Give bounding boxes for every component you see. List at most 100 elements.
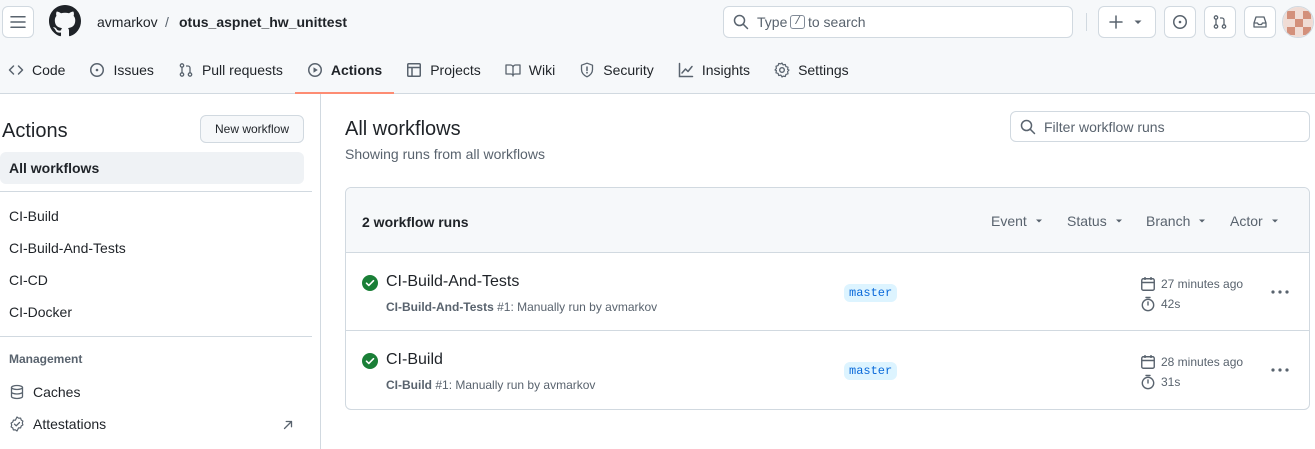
caret-down-icon	[1134, 20, 1142, 24]
branch-badge[interactable]: master	[844, 362, 898, 380]
run-title-link[interactable]: CI-Build-And-Tests	[386, 273, 519, 291]
run-time-text: 27 minutes ago	[1161, 277, 1244, 291]
sidebar-item-label: Caches	[33, 384, 81, 400]
run-workflow-name: CI-Build	[386, 378, 432, 392]
issue-icon	[1173, 15, 1187, 29]
create-new-button[interactable]	[1098, 6, 1156, 38]
github-logo-icon[interactable]	[49, 5, 81, 37]
workflow-run-row[interactable]: CI-Build CI-Build #1: Manually run by av…	[346, 331, 1309, 409]
table-icon	[407, 63, 422, 77]
run-description: CI-Build #1: Manually run by avmarkov	[386, 378, 595, 392]
issue-icon	[90, 63, 105, 77]
sidebar-item-caches[interactable]: Caches	[9, 384, 80, 400]
tab-issues[interactable]: Issues	[77, 54, 165, 86]
tab-code[interactable]: Code	[0, 54, 77, 86]
filter-label: Actor	[1230, 213, 1263, 229]
kebab-horizontal-icon[interactable]	[1270, 284, 1290, 300]
tab-actions[interactable]: Actions	[294, 54, 395, 94]
tab-projects[interactable]: Projects	[394, 54, 493, 86]
shield-icon	[581, 62, 594, 78]
kebab-horizontal-icon[interactable]	[1270, 362, 1290, 378]
tab-pull-requests[interactable]: Pull requests	[166, 54, 295, 86]
inbox-button[interactable]	[1244, 6, 1276, 38]
book-icon	[505, 64, 521, 77]
repo-tabs: Code Issues Pull requests Actions Projec…	[0, 54, 861, 94]
tab-wiki[interactable]: Wiki	[493, 54, 567, 86]
filter-placeholder: Filter workflow runs	[1044, 118, 1165, 135]
divider	[0, 191, 312, 192]
tab-insights[interactable]: Insights	[666, 54, 762, 86]
run-description: CI-Build-And-Tests #1: Manually run by a…	[386, 300, 657, 314]
breadcrumb-separator: /	[165, 14, 169, 30]
run-title-link[interactable]: CI-Build	[386, 351, 443, 369]
workflow-runs-box: 2 workflow runs Event Status Branch Acto…	[345, 187, 1310, 410]
external-link-icon	[283, 420, 293, 430]
new-workflow-button[interactable]: New workflow	[200, 115, 304, 143]
pull-requests-button[interactable]	[1204, 6, 1236, 38]
tab-label: Security	[603, 62, 654, 78]
tab-label: Actions	[330, 62, 383, 78]
sidebar-item-all-workflows[interactable]: All workflows	[0, 152, 304, 184]
run-time: 27 minutes ago	[1140, 276, 1243, 292]
sidebar-item-workflow[interactable]: CI-Build-And-Tests	[9, 240, 126, 256]
management-heading: Management	[9, 352, 83, 366]
tab-security[interactable]: Security	[567, 54, 666, 86]
pull-request-icon	[179, 63, 193, 77]
branch-badge[interactable]: master	[844, 284, 898, 302]
run-duration-text: 42s	[1161, 297, 1181, 311]
run-duration: 42s	[1140, 296, 1180, 312]
calendar-icon	[1141, 355, 1155, 369]
branch-filter-button[interactable]: Branch	[1146, 213, 1208, 229]
pull-request-icon	[1213, 15, 1227, 29]
issues-button[interactable]	[1164, 6, 1196, 38]
run-time-text: 28 minutes ago	[1161, 355, 1244, 369]
breadcrumb-repo[interactable]: otus_aspnet_hw_unittest	[179, 14, 347, 30]
check-circle-icon	[362, 353, 378, 369]
run-duration-text: 31s	[1161, 375, 1181, 389]
filter-label: Event	[991, 213, 1027, 229]
tab-label: Projects	[430, 62, 481, 78]
sidebar-item-workflow[interactable]: CI-Docker	[9, 304, 72, 320]
menu-button[interactable]	[2, 6, 34, 38]
filter-label: Branch	[1146, 213, 1191, 229]
tab-label: Code	[32, 62, 66, 78]
event-filter-button[interactable]: Event	[991, 213, 1045, 229]
run-detail: #1: Manually run by avmarkov	[435, 378, 596, 392]
gear-icon	[774, 62, 790, 78]
filter-workflow-runs-input[interactable]: Filter workflow runs	[1010, 111, 1310, 142]
tab-label: Settings	[798, 62, 849, 78]
tab-label: Pull requests	[201, 62, 283, 78]
search-input[interactable]: Type / to search	[723, 6, 1073, 38]
caret-down-icon	[1199, 219, 1206, 223]
sidebar-item-workflow[interactable]: CI-Build	[9, 208, 59, 224]
page-title: All workflows	[345, 118, 461, 140]
run-time: 28 minutes ago	[1140, 354, 1243, 370]
code-icon	[8, 65, 24, 75]
tab-label: Wiki	[528, 62, 556, 78]
caret-down-icon	[1271, 219, 1278, 223]
search-shortcut-key: /	[790, 15, 805, 29]
runs-header: 2 workflow runs Event Status Branch Acto…	[346, 188, 1309, 253]
sidebar-title: Actions	[2, 120, 68, 142]
sidebar-item-workflow[interactable]: CI-CD	[9, 272, 48, 288]
filter-label: Status	[1067, 213, 1107, 229]
breadcrumb-owner[interactable]: avmarkov	[97, 14, 158, 30]
calendar-icon	[1141, 277, 1155, 291]
database-icon	[10, 384, 24, 400]
stopwatch-icon	[1141, 374, 1155, 390]
page-subtitle: Showing runs from all workflows	[345, 146, 545, 162]
check-circle-icon	[362, 275, 378, 291]
search-prefix: Type	[757, 14, 788, 30]
stopwatch-icon	[1141, 296, 1155, 312]
actor-filter-button[interactable]: Actor	[1230, 213, 1281, 229]
workflow-run-row[interactable]: CI-Build-And-Tests CI-Build-And-Tests #1…	[346, 253, 1309, 331]
tab-settings[interactable]: Settings	[762, 54, 861, 86]
avatar[interactable]	[1282, 6, 1314, 38]
tab-label: Issues	[113, 62, 154, 78]
play-icon	[307, 63, 322, 77]
status-filter-button[interactable]: Status	[1067, 213, 1125, 229]
runs-count: 2 workflow runs	[362, 214, 469, 230]
sidebar-item-attestations[interactable]: Attestations	[9, 416, 106, 432]
search-icon	[1020, 119, 1036, 134]
caret-down-icon	[1035, 219, 1042, 223]
